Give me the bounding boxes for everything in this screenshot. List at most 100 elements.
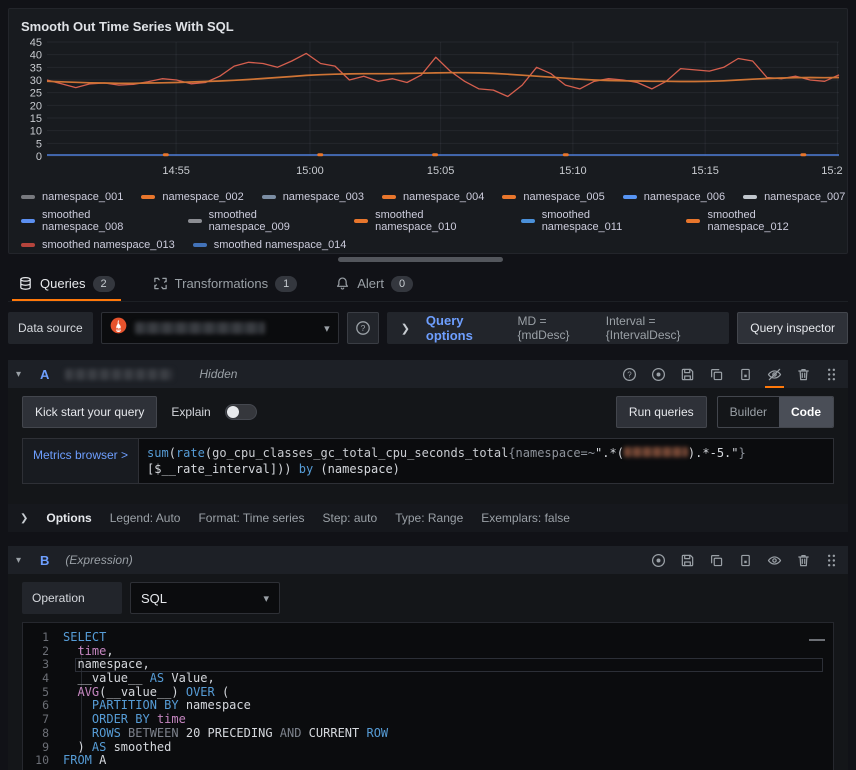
datasource-help-button[interactable]: ? [347,312,379,344]
save-icon[interactable] [680,367,695,382]
legend-item[interactable]: smoothed namespace_011 [521,209,669,233]
grafana-panel-editor: Smooth Out Time Series With SQL 05101520… [0,0,856,770]
svg-text:5: 5 [36,138,42,150]
svg-text:45: 45 [30,37,42,49]
collapse-chevron-icon[interactable]: ▾ [16,369,30,380]
pane-splitter[interactable] [8,254,848,266]
series-color-swatch [382,195,396,199]
options-summary-item: Exemplars: false [481,511,570,525]
legend-item[interactable]: namespace_005 [502,191,604,203]
tab-queries[interactable]: Queries2 [12,266,121,301]
query-ref-id: A [40,367,49,382]
series-color-swatch [623,195,637,199]
svg-text:40: 40 [30,50,42,62]
line-number: 8 [23,727,63,741]
series-label: smoothed namespace_014 [214,239,347,251]
legend-item[interactable]: namespace_003 [262,191,364,203]
panel-title[interactable]: Smooth Out Time Series With SQL [19,15,837,36]
series-label: smoothed namespace_010 [375,209,503,233]
legend-item[interactable]: namespace_004 [382,191,484,203]
clipboard-icon[interactable] [738,553,753,568]
sql-expression-editor[interactable]: 1SELECT2 time,3 namespace,4 __value__ AS… [22,622,834,770]
svg-text:10: 10 [30,126,42,138]
builder-option[interactable]: Builder [718,397,779,427]
svg-text:15: 15 [30,113,42,125]
clipboard-icon[interactable] [738,367,753,382]
datasource-picker[interactable]: ▾ [101,312,339,344]
query-a-header[interactable]: ▾ A Hidden ? [8,360,848,388]
line-number: 2 [23,645,63,659]
drag-icon[interactable] [825,553,838,568]
legend-item[interactable]: smoothed namespace_014 [193,239,347,251]
trash-icon[interactable] [796,367,811,382]
query-b-header[interactable]: ▾ B (Expression) [8,546,848,574]
query-options-toggle[interactable]: ❯ Query options MD = {mdDesc} Interval =… [387,312,730,344]
legend-item[interactable]: smoothed namespace_008 [21,209,170,233]
code-option[interactable]: Code [779,397,833,427]
query-options-label: Query options [426,313,502,343]
line-number: 1 [23,631,63,645]
metrics-browser-button[interactable]: Metrics browser > [22,438,138,484]
record-icon[interactable] [651,553,666,568]
legend-item[interactable]: smoothed namespace_009 [188,209,337,233]
bell-icon [335,276,350,291]
line-number: 4 [23,672,63,686]
series-label: smoothed namespace_009 [209,209,337,233]
series-color-swatch [521,219,535,223]
series-color-swatch [21,195,35,199]
legend-item[interactable]: namespace_001 [21,191,123,203]
query-a-options-row[interactable]: ❯ Options Legend: AutoFormat: Time serie… [8,504,848,532]
process-icon [153,276,168,291]
promql-editor[interactable]: sum(rate(go_cpu_classes_gc_total_cpu_sec… [138,438,834,484]
trash-icon[interactable] [796,553,811,568]
series-label: namespace_005 [523,191,604,203]
collapse-chevron-icon[interactable]: ▾ [16,555,30,566]
chart-legend: namespace_001 namespace_002 namespace_003 n… [19,189,837,251]
drag-icon[interactable] [825,367,838,382]
legend-item[interactable]: namespace_006 [623,191,725,203]
tab-transformations[interactable]: Transformations1 [147,266,304,301]
record-icon[interactable] [651,367,666,382]
query-inspector-button[interactable]: Query inspector [737,312,848,344]
prometheus-icon [110,317,127,339]
tab-alert[interactable]: Alert0 [329,266,419,301]
timeseries-chart[interactable]: 05101520253035404514:5515:0015:0515:1015… [19,36,837,189]
tab-count-badge: 1 [275,276,297,292]
sql-line: 2 time, [23,645,833,659]
run-queries-button[interactable]: Run queries [616,396,707,428]
tab-count-badge: 2 [93,276,115,292]
sql-line: 7 ORDER BY time [23,713,833,727]
legend-item[interactable]: namespace_007 [743,191,845,203]
help-icon[interactable]: ? [622,367,637,382]
explain-toggle[interactable] [225,404,257,420]
series-color-swatch [21,243,35,247]
legend-item[interactable]: smoothed namespace_010 [354,209,503,233]
line-number: 6 [23,699,63,713]
copy-icon[interactable] [709,553,724,568]
sql-line: 8 ROWS BETWEEN 20 PRECEDING AND CURRENT … [23,727,833,741]
splitter-handle[interactable] [338,257,503,262]
legend-item[interactable]: smoothed namespace_012 [686,209,835,233]
database-icon [18,276,33,291]
series-label: smoothed namespace_012 [707,209,835,233]
svg-text:35: 35 [30,62,42,74]
chart-canvas[interactable]: 05101520253035404514:5515:0015:0515:1015… [19,36,843,184]
line-number: 5 [23,686,63,700]
chevron-down-icon: ▾ [263,592,269,605]
eye-slash-icon[interactable] [767,367,782,382]
tab-label: Alert [357,276,384,291]
chevron-right-icon: ❯ [401,322,410,335]
save-icon[interactable] [680,553,695,568]
kick-start-query-button[interactable]: Kick start your query [22,396,157,428]
query-b-body: Operation SQL ▾ 1SELECT2 time,3 namespac… [8,574,848,770]
query-a-body: Kick start your query Explain Run querie… [8,388,848,494]
legend-item[interactable]: smoothed namespace_013 [21,239,175,251]
eye-icon[interactable] [767,553,782,568]
series-color-swatch [686,219,700,223]
redacted-datasource-name [135,322,265,334]
operation-select[interactable]: SQL ▾ [130,582,280,614]
copy-icon[interactable] [709,367,724,382]
expression-label: (Expression) [65,553,132,567]
legend-item[interactable]: namespace_002 [141,191,243,203]
sql-line: 6 PARTITION BY namespace [23,699,833,713]
